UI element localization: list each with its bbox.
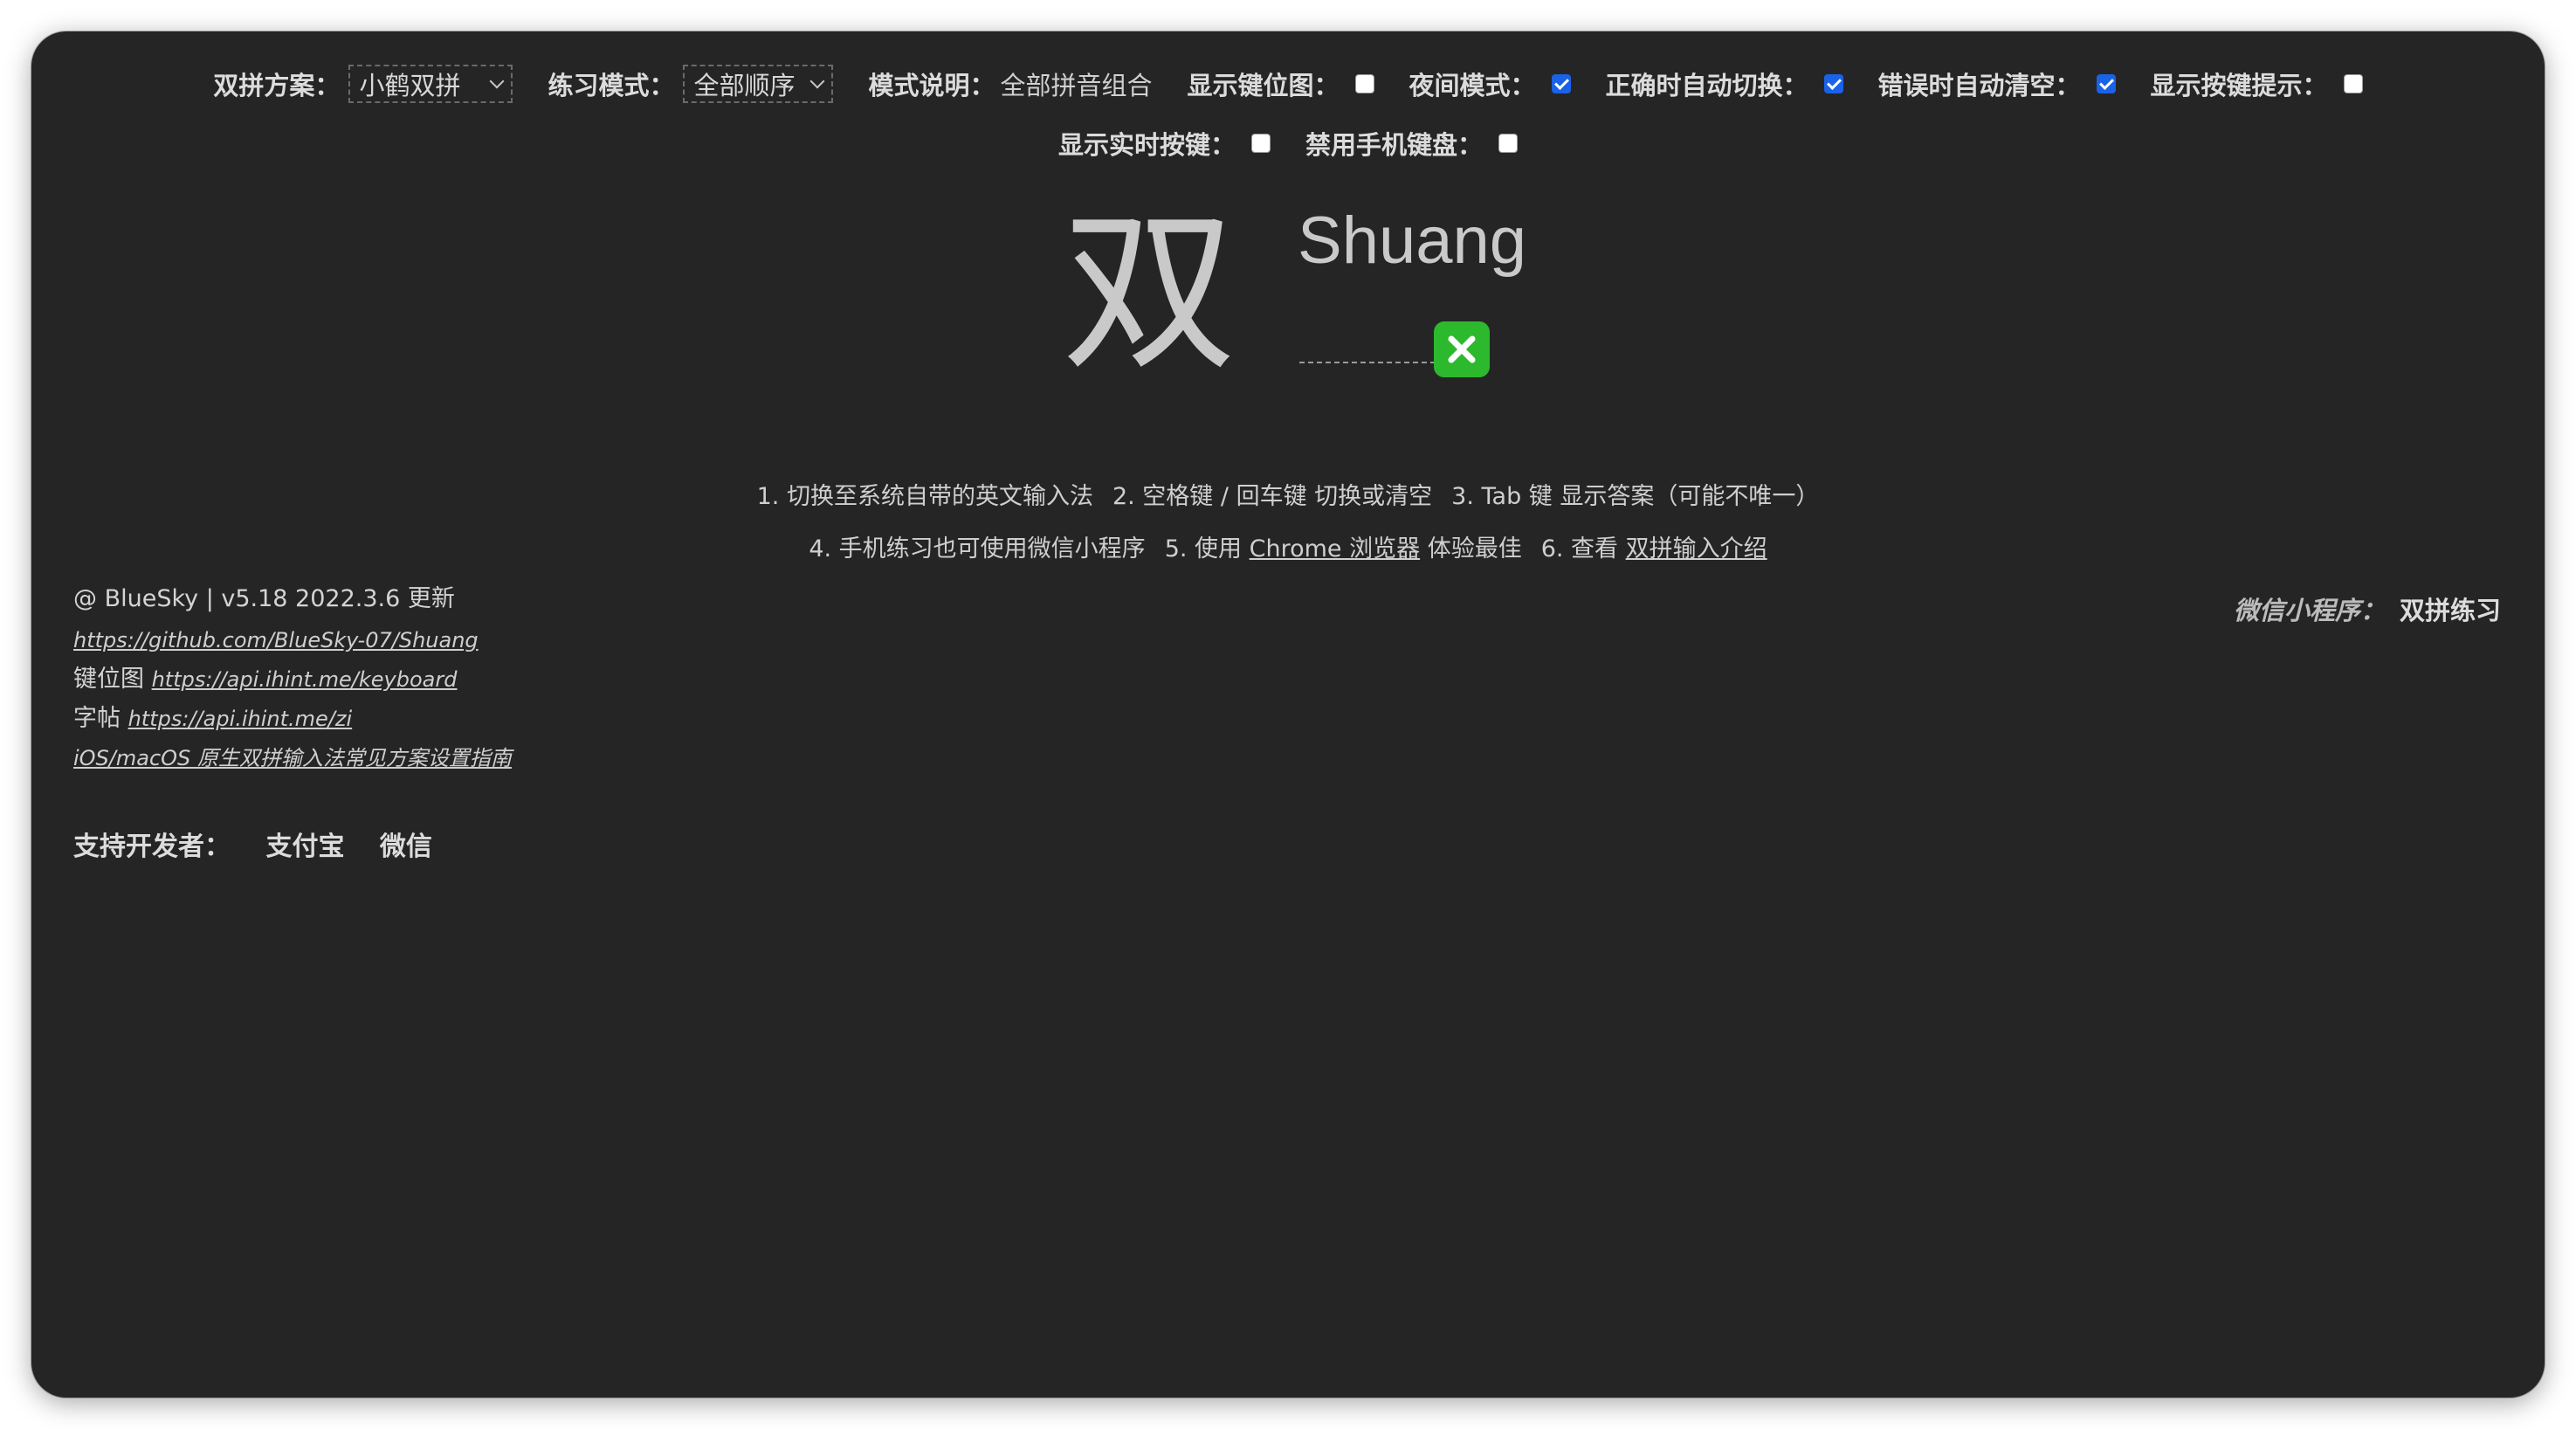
night-mode-label: 夜间模式： [1409,71,1536,100]
zi-link[interactable]: https://api.ihint.me/zi [128,707,353,731]
practice-character: 双 [1062,191,1237,395]
chevron-down-icon [809,73,825,89]
auto-clear-checkbox[interactable] [2096,74,2116,93]
auto-next-setting: 正确时自动切换： [1606,66,1843,102]
mode-description-label: 模式说明： [868,71,995,100]
cross-mark-icon [1434,321,1490,377]
disable-mobile-keyboard-label: 禁用手机键盘： [1305,130,1484,160]
disable-mobile-keyboard-checkbox[interactable] [1498,134,1519,153]
show-realtime-keys-checkbox[interactable] [1251,134,1271,153]
tip-4: 4. 手机练习也可使用微信小程序 [809,535,1146,563]
keymap-link[interactable]: https://api.ihint.me/keyboard [152,667,458,692]
show-realtime-keys-label: 显示实时按键： [1057,130,1236,160]
keymap-label: 键位图 [73,666,144,693]
wechat-button[interactable]: 微信 [380,832,432,862]
tip-2: 2. 空格键 / 回车键 切换或清空 [1112,483,1433,510]
answer-input[interactable] [1299,320,1436,363]
practice-pinyin: Shuang [1298,204,1527,278]
support-developer: 支持开发者： 支付宝 微信 [73,825,432,863]
show-keymap-checkbox[interactable] [1354,74,1374,93]
mode-description-value: 全部拼音组合 [1000,71,1153,100]
show-key-hint-setting: 显示按键提示： [2151,66,2363,102]
setup-guide-link[interactable]: iOS/macOS 原生双拼输入法常见方案设置指南 [73,746,512,770]
github-link[interactable]: https://github.com/BlueSky-07/Shuang [73,628,479,652]
auto-clear-label: 错误时自动清空： [1877,71,2081,100]
scheme-select-value: 小鹤双拼 [359,71,461,100]
mode-select-value: 全部顺序 [693,71,796,100]
disable-mobile-keyboard-setting: 禁用手机键盘： [1305,125,1519,162]
tips-line-1: 1. 切换至系统自带的英文输入法 2. 空格键 / 回车键 切换或清空 3. Tab… [31,477,2545,511]
tip-5-suffix: 体验最佳 [1427,535,1522,563]
auto-clear-setting: 错误时自动清空： [1878,66,2116,102]
tips-line-2: 4. 手机练习也可使用微信小程序 5. 使用 Chrome 浏览器 体验最佳 6. … [31,529,2545,563]
miniprogram-label: 微信小程序： [2233,596,2386,625]
scheme-label: 双拼方案： [213,71,341,100]
mode-select[interactable]: 全部顺序 [683,65,834,103]
show-realtime-keys-setting: 显示实时按键： [1058,125,1271,162]
night-mode-setting: 夜间模式： [1409,66,1571,102]
miniprogram-name[interactable]: 双拼练习 [2400,596,2501,625]
mode-setting: 练习模式： 全部顺序 [548,65,834,103]
version-text: @ BlueSky | v5.18 2022.3.6 更新 [73,585,455,612]
tip-3: 3. Tab 键 显示答案（可能不唯一） [1451,483,1820,510]
tip-5-prefix: 5. 使用 [1164,535,1243,563]
settings-bar: 双拼方案： 小鹤双拼 练习模式： 全部顺序 模式说明： 全部拼音组合 显示键位图… [31,58,2545,110]
settings-bar-row2: 显示实时按键： 禁用手机键盘： [31,117,2545,169]
chevron-down-icon [489,73,505,89]
miniprogram-info: 微信小程序： 双拼练习 [2234,590,2501,627]
chrome-browser-link[interactable]: Chrome 浏览器 [1250,535,1421,563]
mode-description: 模式说明： 全部拼音组合 [868,66,1152,102]
tip-1: 1. 切换至系统自带的英文输入法 [756,483,1093,510]
auto-next-checkbox[interactable] [1823,74,1843,93]
scheme-select[interactable]: 小鹤双拼 [348,65,513,103]
show-key-hint-label: 显示按键提示： [2150,71,2328,100]
footer-info: @ BlueSky | v5.18 2022.3.6 更新 https://gi… [73,578,512,777]
shuangpin-intro-link[interactable]: 双拼输入介绍 [1626,535,1767,563]
scheme-setting: 双拼方案： 小鹤双拼 [213,65,513,103]
show-key-hint-checkbox[interactable] [2343,74,2363,93]
mode-label: 练习模式： [548,71,675,100]
show-keymap-label: 显示键位图： [1187,71,1340,100]
zi-label: 字帖 [73,705,121,732]
app-window: 双拼方案： 小鹤双拼 练习模式： 全部顺序 模式说明： 全部拼音组合 显示键位图… [31,31,2545,1398]
alipay-button[interactable]: 支付宝 [265,832,344,862]
tip-6-prefix: 6. 查看 [1540,535,1619,563]
show-keymap-setting: 显示键位图： [1187,66,1374,102]
support-label: 支持开发者： [73,832,231,862]
night-mode-checkbox[interactable] [1551,74,1571,93]
auto-next-label: 正确时自动切换： [1605,71,1808,100]
